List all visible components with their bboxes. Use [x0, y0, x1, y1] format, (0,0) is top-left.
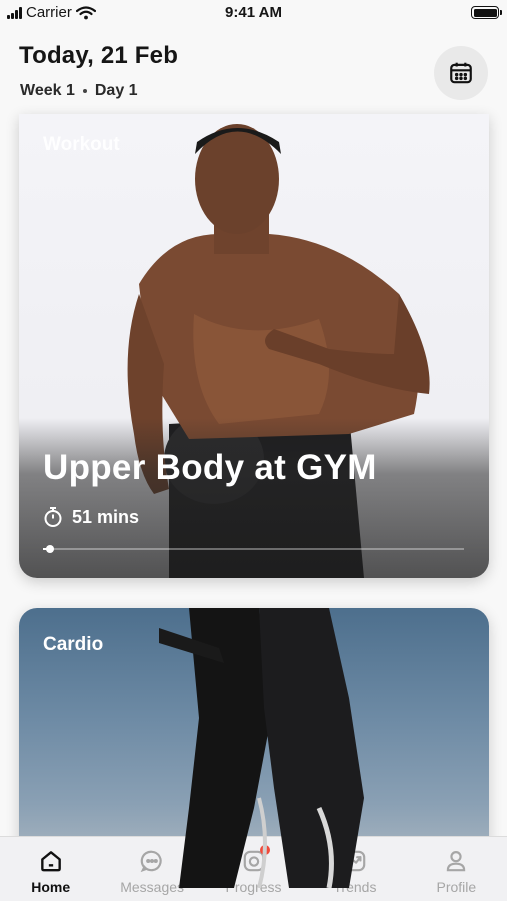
- status-time: 9:41 AM: [225, 4, 282, 21]
- day-label: Day 1: [94, 82, 138, 99]
- header: Today, 21 Feb Week 1 Day 1: [0, 26, 507, 120]
- cardio-card[interactable]: Cardio: [19, 608, 489, 888]
- separator-dot: [82, 89, 87, 93]
- stopwatch-icon: [44, 507, 62, 527]
- card-category-label: Cardio: [43, 634, 104, 655]
- card-category-label: Workout: [43, 134, 120, 155]
- battery-icon: [471, 6, 502, 19]
- workout-card[interactable]: Workout Upper Body at GYM 51 mins: [19, 114, 489, 578]
- status-bar: Carrier 9:41 AM: [0, 0, 507, 26]
- calendar-button[interactable]: [434, 46, 488, 100]
- workout-duration: 51 mins: [43, 506, 139, 528]
- card-gradient: [19, 418, 489, 578]
- workout-title: Upper Body at GYM: [43, 448, 377, 487]
- page-title: Today, 21 Feb: [19, 42, 179, 69]
- calendar-icon: [450, 62, 472, 84]
- week-day-subtitle: Week 1 Day 1: [20, 82, 138, 100]
- week-label: Week 1: [20, 82, 75, 99]
- workout-progress-bar: [43, 545, 464, 553]
- duration-value: 51 mins: [72, 506, 140, 527]
